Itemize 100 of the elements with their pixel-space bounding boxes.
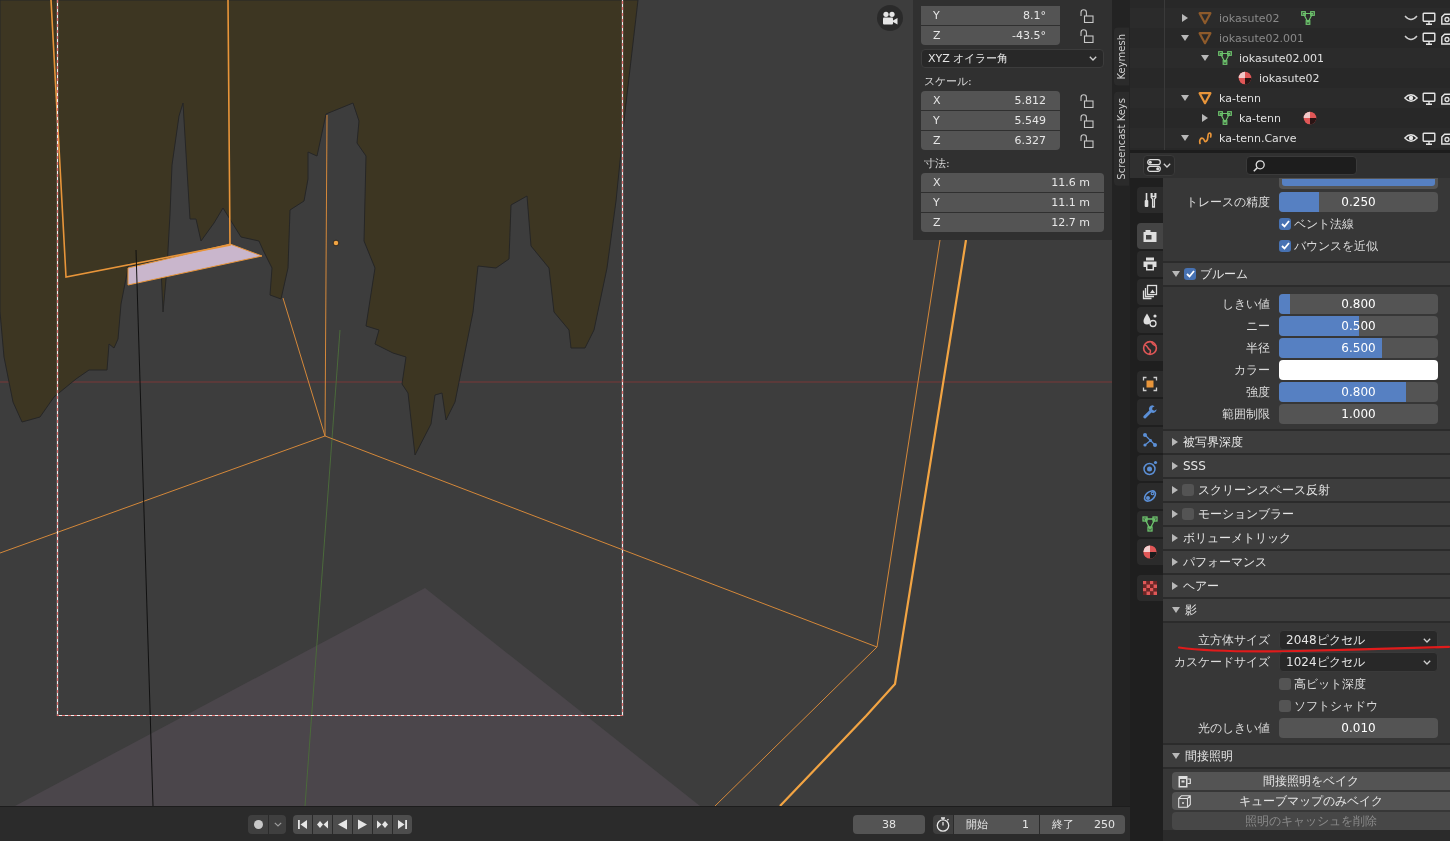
number-field[interactable]: 0.010 (1279, 718, 1438, 738)
disclosure-triangle-icon[interactable] (1182, 14, 1188, 22)
checkbox[interactable] (1279, 218, 1291, 230)
number-field[interactable]: Z -43.5° (921, 26, 1060, 45)
camera-icon[interactable] (1441, 31, 1450, 45)
disclosure-triangle-icon[interactable] (1172, 753, 1180, 759)
number-field[interactable]: 1.000 (1279, 404, 1438, 424)
skip-to-end-button[interactable] (393, 814, 412, 834)
sidebar-tab[interactable]: Keymesh (1113, 28, 1129, 86)
checkbox[interactable] (1184, 268, 1196, 280)
disclosure-triangle-icon[interactable] (1172, 462, 1178, 470)
dropdown[interactable]: 2048ピクセル (1279, 630, 1438, 650)
panel-header[interactable]: 影 (1163, 599, 1450, 621)
outliner-row[interactable]: iokasute02 (1130, 68, 1450, 88)
eye-icon[interactable] (1404, 133, 1418, 143)
outliner-row[interactable]: iokasute02.001 (1130, 28, 1450, 48)
panel-header[interactable]: SSS (1163, 455, 1450, 477)
monitor-icon[interactable] (1422, 131, 1436, 145)
mesh-triangle-icon (1301, 11, 1316, 25)
disclosure-triangle-icon[interactable] (1172, 582, 1178, 590)
monitor-icon[interactable] (1422, 31, 1436, 45)
preview-range-button[interactable] (933, 814, 953, 834)
dropdown[interactable]: 1024ピクセル (1279, 652, 1438, 672)
number-field[interactable]: Y 11.1 m (921, 193, 1104, 212)
disclosure-triangle-icon[interactable] (1172, 486, 1178, 494)
outliner-row[interactable]: ka-tenn (1130, 108, 1450, 128)
panel-header[interactable]: 被写界深度 (1163, 431, 1450, 453)
properties-tab[interactable] (1137, 307, 1163, 333)
properties-tab[interactable] (1137, 539, 1163, 565)
panel-header[interactable]: ヘアー (1163, 575, 1450, 597)
camera-icon[interactable] (1441, 11, 1450, 25)
number-field[interactable]: Y 5.549 (921, 111, 1060, 130)
lock-icon[interactable] (1080, 28, 1094, 43)
properties-tab[interactable] (1137, 223, 1163, 249)
start-frame-field[interactable]: 開始 1 (954, 814, 1039, 834)
slider-field[interactable]: 0.800 (1279, 382, 1438, 402)
lock-icon[interactable] (1080, 113, 1094, 128)
disclosure-triangle-icon[interactable] (1172, 510, 1178, 518)
action-button[interactable]: 間接照明をベイク (1172, 772, 1450, 790)
disclosure-triangle-icon[interactable] (1181, 135, 1189, 141)
disclosure-triangle-icon[interactable] (1181, 35, 1189, 41)
current-frame-field[interactable]: 38 (853, 814, 925, 834)
number-field[interactable]: X 5.812 (921, 91, 1060, 110)
monitor-icon[interactable] (1422, 11, 1436, 25)
camera-icon[interactable] (1441, 131, 1450, 145)
eye-icon[interactable] (1404, 93, 1418, 103)
panel-header[interactable]: パフォーマンス (1163, 551, 1450, 573)
properties-tab[interactable] (1137, 511, 1163, 537)
next-keyframe-button[interactable] (373, 814, 392, 834)
lock-icon[interactable] (1080, 133, 1094, 148)
closed-eye-icon[interactable] (1404, 15, 1418, 21)
sidebar-tab[interactable]: Screencast Keys (1113, 91, 1129, 186)
lock-icon[interactable] (1080, 8, 1094, 23)
properties-tab[interactable] (1137, 251, 1163, 277)
properties-tab[interactable] (1137, 371, 1163, 397)
panel-header[interactable]: 間接照明 (1163, 745, 1450, 767)
color-field[interactable] (1279, 360, 1438, 380)
chevron-down-icon (1163, 163, 1171, 168)
number-field[interactable]: Z 6.327 (921, 131, 1060, 150)
disclosure-triangle-icon[interactable] (1172, 271, 1180, 277)
number-field[interactable]: X 11.6 m (921, 173, 1104, 192)
panel-header[interactable]: ブルーム (1163, 263, 1450, 285)
panel-title: モーションブラー (1198, 505, 1294, 523)
play-button[interactable] (353, 814, 372, 834)
slider-field[interactable]: 0.800 (1279, 294, 1438, 314)
disclosure-triangle-icon[interactable] (1201, 55, 1209, 61)
checkbox[interactable] (1279, 700, 1291, 712)
disclosure-triangle-icon[interactable] (1202, 114, 1208, 122)
camera-icon[interactable] (1441, 91, 1450, 105)
end-frame-field[interactable]: 終了 250 (1040, 814, 1125, 834)
closed-eye-icon[interactable] (1404, 35, 1418, 41)
panel-header[interactable]: スクリーンスペース反射 (1163, 479, 1450, 501)
globe-icon (1142, 340, 1158, 356)
disclosure-triangle-icon[interactable] (1172, 438, 1178, 446)
checkbox[interactable] (1279, 678, 1291, 690)
search-field[interactable] (1246, 156, 1357, 175)
checkbox[interactable] (1279, 240, 1291, 252)
disclosure-triangle-icon[interactable] (1172, 534, 1178, 542)
disclosure-triangle-icon[interactable] (1181, 95, 1189, 101)
record-button[interactable] (248, 814, 268, 834)
lock-icon[interactable] (1080, 93, 1094, 108)
disclosure-triangle-icon[interactable] (1172, 558, 1178, 566)
slider-field[interactable]: 6.500 (1279, 338, 1438, 358)
editor-type-button[interactable] (1143, 155, 1175, 176)
field-label: 立方体サイズ (1198, 631, 1270, 649)
dropdown[interactable]: XYZ オイラー角 (921, 49, 1104, 68)
skip-to-start-button[interactable] (293, 814, 312, 834)
monitor-icon[interactable] (1422, 91, 1436, 105)
panel-title: パフォーマンス (1183, 553, 1267, 571)
action-button[interactable]: キューブマップのみベイク (1172, 792, 1450, 810)
number-field[interactable]: Z 12.7 m (921, 213, 1104, 232)
panel-header[interactable]: ボリューメトリック (1163, 527, 1450, 549)
previous-keyframe-button[interactable] (313, 814, 332, 834)
panel-header[interactable]: モーションブラー (1163, 503, 1450, 525)
slider-field[interactable]: 0.250 (1279, 192, 1438, 212)
properties-tab[interactable] (1137, 187, 1163, 213)
play-reverse-button[interactable] (333, 814, 352, 834)
disclosure-triangle-icon[interactable] (1172, 607, 1180, 613)
number-field[interactable]: Y 8.1° (921, 6, 1060, 25)
properties-tab[interactable] (1137, 279, 1163, 305)
